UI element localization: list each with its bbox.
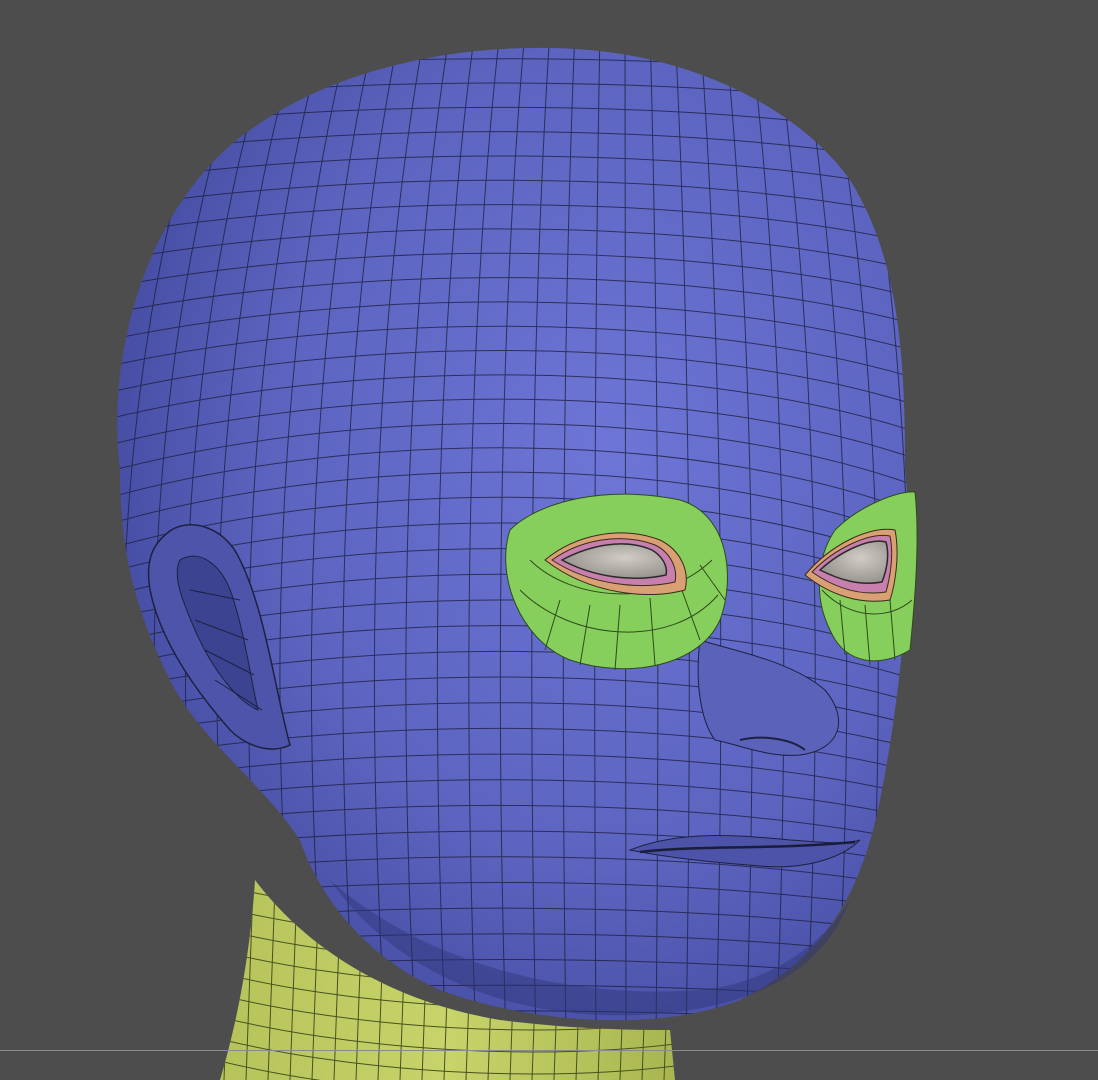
viewport-ground-line xyxy=(0,1050,1098,1051)
head-mesh-render[interactable] xyxy=(0,0,1098,1080)
3d-viewport[interactable] xyxy=(0,0,1098,1080)
mesh-edge xyxy=(117,47,126,1021)
mesh-edge xyxy=(925,30,1004,1040)
mesh-edge xyxy=(0,30,100,1040)
mesh-edge xyxy=(202,860,210,1080)
